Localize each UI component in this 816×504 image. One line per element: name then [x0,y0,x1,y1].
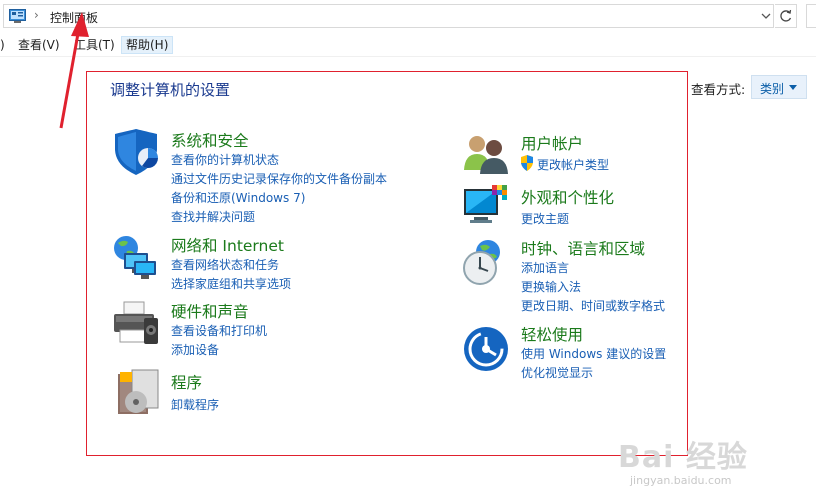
link-uninstall-program[interactable]: 卸载程序 [171,396,219,413]
link-change-theme[interactable]: 更改主题 [521,210,569,227]
link-homegroup-sharing[interactable]: 选择家庭组和共享选项 [171,275,291,292]
watermark-url: jingyan.baidu.com [630,474,732,487]
breadcrumb-separator: › [34,8,39,22]
menu-fragment: ) [0,38,5,52]
category-ease-of-access[interactable]: 轻松使用 [521,323,583,345]
link-troubleshoot[interactable]: 查找并解决问题 [171,208,255,225]
link-file-history[interactable]: 通过文件历史记录保存你的文件备份副本 [171,170,387,187]
category-programs[interactable]: 程序 [171,371,202,393]
link-devices-printers[interactable]: 查看设备和打印机 [171,322,267,339]
category-hardware-sound[interactable]: 硬件和声音 [171,300,249,322]
category-user-accounts[interactable]: 用户帐户 [521,132,583,154]
link-network-status[interactable]: 查看网络状态和任务 [171,256,279,273]
category-appearance[interactable]: 外观和个性化 [521,186,614,208]
address-field[interactable]: › 控制面板 [3,4,774,28]
menu-bar: ) 查看(V) 工具(T) 帮助(H) [0,33,816,57]
category-clock-language-region[interactable]: 时钟、语言和区域 [521,237,645,259]
view-by-label: 查看方式: [691,82,746,97]
clock-globe-icon[interactable] [460,238,508,286]
category-network-internet[interactable]: 网络和 Internet [171,234,284,256]
link-backup-restore[interactable]: 备份和还原(Windows 7) [171,189,305,206]
users-icon[interactable] [462,130,510,178]
search-box[interactable] [806,4,816,28]
view-by-dropdown[interactable]: 类别 [751,75,807,99]
monitor-icon[interactable] [462,183,510,231]
link-windows-recommended-settings[interactable]: 使用 Windows 建议的设置 [521,345,666,362]
chevron-down-icon[interactable] [759,8,773,24]
link-change-account-type[interactable]: 更改帐户类型 [537,156,609,173]
link-change-input-method[interactable]: 更换输入法 [521,278,581,295]
watermark-brand: Bai 经验 [618,440,748,475]
address-bar: › 控制面板 [0,0,816,33]
shield-icon[interactable] [112,128,160,176]
annotation-arrow [59,12,89,129]
ease-of-access-icon[interactable] [462,325,510,373]
caret-down-icon [789,85,797,90]
category-system-security[interactable]: 系统和安全 [171,129,249,151]
page-title: 调整计算机的设置 [110,81,231,99]
refresh-icon [780,9,792,22]
baidu-watermark: Bai 经验 jingyan.baidu.com [618,432,808,492]
link-optimize-visual-display[interactable]: 优化视觉显示 [521,364,593,381]
link-view-computer-status[interactable]: 查看你的计算机状态 [171,151,279,168]
refresh-button[interactable] [775,4,797,28]
view-by-value: 类别 [760,82,785,96]
programs-icon[interactable] [114,368,162,416]
link-date-time-format[interactable]: 更改日期、时间或数字格式 [521,297,665,314]
network-icon[interactable] [110,233,158,281]
menu-help[interactable]: 帮助(H) [121,36,174,54]
control-panel-icon [9,9,26,23]
link-add-language[interactable]: 添加语言 [521,259,569,276]
link-add-device[interactable]: 添加设备 [171,341,219,358]
uac-shield-icon [521,155,533,171]
printer-icon[interactable] [110,300,158,348]
